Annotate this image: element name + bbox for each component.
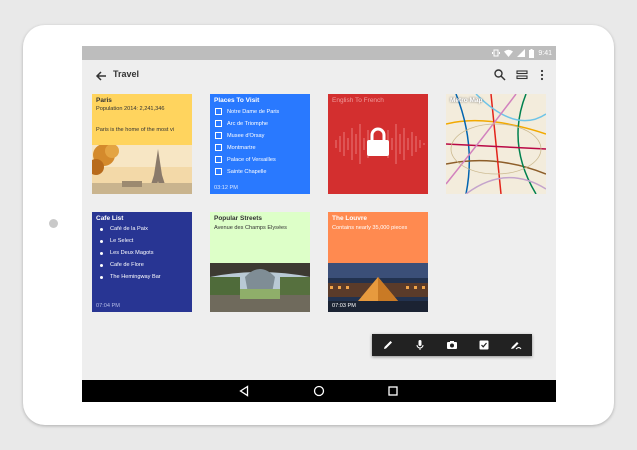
note-time: 07:03 PM bbox=[332, 303, 356, 309]
pencil-icon[interactable] bbox=[382, 339, 394, 351]
checklist-item[interactable]: Arc de Triomphe bbox=[215, 120, 268, 127]
checklist-item[interactable]: Sainte Chapelle bbox=[215, 168, 267, 175]
note-title: English To French bbox=[332, 97, 384, 104]
note-card-places[interactable]: Places To Visit Notre Dame de Paris Arc … bbox=[210, 94, 310, 194]
checkbox-icon[interactable] bbox=[215, 156, 222, 163]
list-item: Le Select bbox=[100, 238, 133, 244]
note-text: Contains nearly 35,000 pieces bbox=[332, 225, 408, 231]
note-title: The Louvre bbox=[332, 215, 368, 222]
list-item: Les Deux Magots bbox=[100, 250, 154, 256]
checkbox-icon[interactable] bbox=[215, 108, 222, 115]
new-note-toolbar bbox=[372, 334, 532, 356]
app-toolbar: Travel bbox=[82, 60, 556, 92]
draw-icon[interactable] bbox=[510, 339, 522, 351]
list-item: Cafe de Flore bbox=[100, 262, 144, 268]
status-bar: 9:41 bbox=[82, 46, 556, 60]
note-title: Popular Streets bbox=[214, 215, 263, 222]
view-list-icon[interactable] bbox=[515, 68, 529, 82]
back-triangle-icon[interactable] bbox=[238, 385, 250, 397]
note-title: Cafe List bbox=[96, 215, 124, 222]
vibrate-icon bbox=[492, 49, 501, 57]
checkbox-icon[interactable] bbox=[215, 144, 222, 151]
recents-square-icon[interactable] bbox=[387, 385, 399, 397]
note-card-metro[interactable]: Metro Map bbox=[446, 94, 546, 194]
checkbox-icon[interactable] bbox=[215, 132, 222, 139]
more-vert-icon[interactable] bbox=[535, 68, 549, 82]
status-time: 9:41 bbox=[538, 49, 552, 57]
battery-icon bbox=[529, 48, 535, 58]
checkbox-icon[interactable] bbox=[215, 168, 222, 175]
screen: 9:41 Travel Paris Population 2014: 2,241… bbox=[82, 46, 556, 402]
note-card-locked[interactable]: English To French bbox=[328, 94, 428, 194]
note-time: 03:12 PM bbox=[214, 185, 238, 191]
page-title: Travel bbox=[113, 69, 140, 79]
arrow-back-icon[interactable] bbox=[93, 68, 109, 84]
list-item: Café de la Paix bbox=[100, 226, 148, 232]
note-title: Places To Visit bbox=[214, 97, 260, 104]
note-title: Metro Map bbox=[450, 97, 483, 104]
checkbox-icon[interactable] bbox=[478, 339, 490, 351]
note-card-louvre[interactable]: The Louvre Contains nearly 35,000 pieces… bbox=[328, 212, 428, 312]
metro-map-image bbox=[446, 94, 546, 194]
checklist-item[interactable]: Palace of Versailles bbox=[215, 156, 276, 163]
checklist-item[interactable]: Notre Dame de Paris bbox=[215, 108, 279, 115]
wifi-icon bbox=[504, 49, 514, 57]
note-title: Paris bbox=[96, 97, 112, 104]
note-text: Population 2014: 2,241,346 bbox=[96, 106, 165, 112]
system-nav-bar bbox=[82, 380, 556, 402]
note-card-cafe[interactable]: Cafe List Café de la Paix Le Select Les … bbox=[92, 212, 192, 312]
checkbox-icon[interactable] bbox=[215, 120, 222, 127]
note-text: Paris is the home of the most vi bbox=[96, 127, 175, 133]
note-time: 07:04 PM bbox=[96, 303, 120, 309]
lock-icon bbox=[367, 127, 389, 156]
note-text: Avenue des Champs Elysées bbox=[214, 225, 287, 231]
camera-icon[interactable] bbox=[446, 339, 458, 351]
note-card-paris[interactable]: Paris Population 2014: 2,241,346 Paris i… bbox=[92, 94, 192, 194]
street-photo bbox=[210, 263, 310, 312]
checklist-item[interactable]: Montmartre bbox=[215, 144, 256, 151]
list-item: The Hemingway Bar bbox=[100, 274, 161, 280]
signal-icon bbox=[517, 49, 526, 57]
note-card-streets[interactable]: Popular Streets Avenue des Champs Elysée… bbox=[210, 212, 310, 312]
checklist-item[interactable]: Musee d'Orsay bbox=[215, 132, 264, 139]
camera-dot bbox=[49, 219, 58, 228]
search-icon[interactable] bbox=[493, 68, 507, 82]
mic-icon[interactable] bbox=[414, 339, 426, 351]
eiffel-tower-photo bbox=[92, 145, 192, 194]
home-circle-icon[interactable] bbox=[313, 385, 325, 397]
